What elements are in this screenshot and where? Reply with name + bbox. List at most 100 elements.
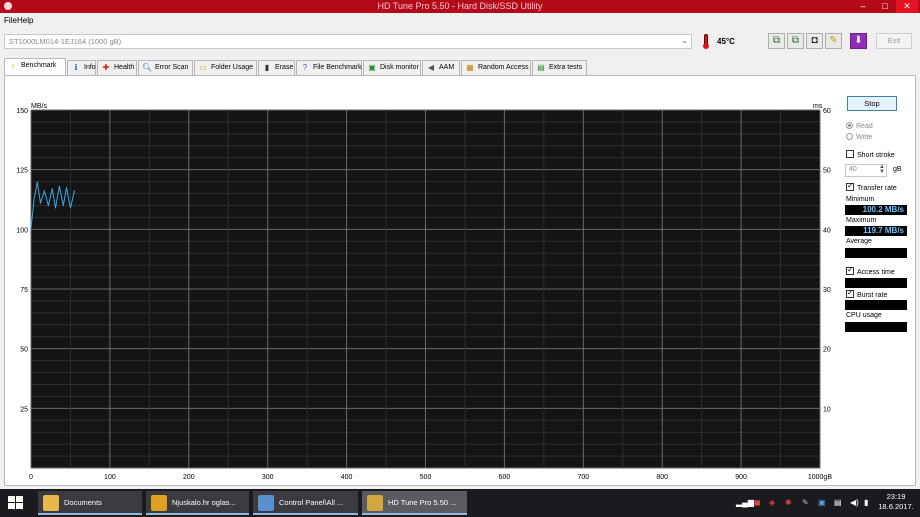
file-explorer-icon — [43, 495, 59, 511]
x-tick-label: 500 — [420, 474, 432, 481]
tab-benchmark[interactable]: ♀ Benchmark — [4, 58, 66, 75]
tab-erase[interactable]: ▮ Erase — [258, 60, 295, 75]
access-time-checkbox[interactable]: Access time — [846, 265, 895, 276]
tab-label: Health — [114, 64, 135, 71]
y2-tick-label: 10 — [823, 406, 831, 413]
data-point — [54, 207, 57, 209]
write-radio[interactable]: Write — [846, 133, 872, 141]
data-point — [73, 190, 75, 192]
stop-button[interactable]: Stop — [847, 96, 897, 111]
x-tick-label: 900 — [735, 474, 747, 481]
drive-select-value: ST1000LM014-1EJ164 (1000 gB) — [9, 37, 122, 46]
health-icon: ✚ — [102, 63, 110, 72]
tray-tool-icon[interactable]: ✎ — [802, 498, 809, 507]
short-stroke-input[interactable]: 40 ▲ ▼ — [845, 164, 887, 177]
menu-file[interactable]: File — [4, 16, 17, 25]
burst-rate-checkbox[interactable]: Burst rate — [846, 288, 888, 299]
tab-extra-tests[interactable]: ▤ Extra tests — [532, 60, 587, 75]
tab-health[interactable]: ✚ Health — [97, 60, 137, 75]
error-scan-icon: 🔍︎ — [142, 63, 153, 72]
tab-label: Error Scan — [155, 64, 189, 71]
tab-label: Info — [84, 64, 96, 71]
y2-tick-label: 60 — [823, 108, 831, 115]
burst-rate-box — [846, 288, 854, 298]
tab-disk-monitor[interactable]: ▣ Disk monitor — [363, 60, 421, 75]
read-label: Read — [856, 123, 873, 130]
taskbar-item[interactable]: Njuskalo.hr oglas... — [146, 491, 249, 515]
save-button[interactable]: ⬇ — [850, 33, 867, 49]
copy-info-button[interactable]: ⧉ — [768, 33, 785, 49]
tab-label: Folder Usage — [211, 64, 254, 71]
chevron-down-icon: ⌄ — [681, 36, 688, 45]
tab-aam[interactable]: ◀ AAM — [422, 60, 460, 75]
taskbar-item[interactable]: HD Tune Pro 5.50 ... — [362, 491, 467, 515]
title-bar: HD Tune Pro 5.50 - Hard Disk/SSD Utility… — [0, 0, 920, 13]
minimize-button[interactable]: – — [852, 0, 874, 13]
options-button[interactable]: ✎ — [825, 33, 842, 49]
copy-results-button[interactable]: ⧉ — [787, 33, 804, 49]
close-button[interactable]: ✕ — [896, 0, 918, 13]
x-tick-label: 0 — [29, 474, 33, 481]
data-point — [58, 185, 61, 187]
tray-app-icon[interactable]: ◼ — [754, 498, 761, 507]
tab-file-benchmark[interactable]: ? File Benchmark — [296, 60, 362, 75]
access-time-label: Access time — [857, 269, 895, 276]
transfer-rate-checkbox[interactable]: Transfer rate — [846, 181, 897, 192]
window-title: HD Tune Pro 5.50 - Hard Disk/SSD Utility — [377, 1, 543, 11]
copy-all-icon: ⧉ — [791, 35, 800, 46]
menu-help[interactable]: Help — [17, 16, 33, 25]
short-stroke-checkbox[interactable]: Short stroke — [846, 150, 895, 159]
data-point — [30, 227, 32, 229]
taskbar-item[interactable]: Control Panel\All ... — [253, 491, 358, 515]
exit-button[interactable]: Exit — [876, 33, 912, 49]
tab-strip: ♀ Benchmark ℹ Info ✚ Health 🔍︎ Error Scan ▭ Folde… — [4, 58, 916, 75]
battery-icon[interactable]: ▮ — [864, 498, 868, 507]
signal-icon[interactable]: ▂▄▆ — [736, 498, 754, 507]
tab-random-access[interactable]: ▦ Random Access — [461, 60, 531, 75]
thermometer-icon — [698, 33, 714, 49]
hdtune-icon — [367, 495, 383, 511]
average-label: Average — [846, 238, 872, 245]
data-point — [39, 202, 42, 204]
y2-tick-label: 20 — [823, 347, 831, 354]
tray-display-icon[interactable]: ▤ — [834, 498, 842, 507]
clock[interactable]: 23:19 18.6.2017. — [876, 492, 916, 512]
x-tick-label: 100 — [104, 474, 116, 481]
tab-error-scan[interactable]: 🔍︎ Error Scan — [138, 60, 193, 75]
y-tick-label: 100 — [16, 227, 28, 234]
camera-icon: ◘ — [811, 35, 818, 46]
average-value — [845, 248, 907, 258]
clock-date: 18.6.2017. — [878, 502, 914, 511]
taskbar-item[interactable]: Documents — [38, 491, 142, 515]
transfer-rate-label: Transfer rate — [857, 185, 897, 192]
volume-icon[interactable]: ◀) — [850, 498, 859, 507]
tray-security-icon[interactable]: ◈ — [769, 498, 775, 507]
control-panel-icon — [258, 495, 274, 511]
options-icon: ✎ — [829, 35, 838, 46]
y-tick-label: 75 — [20, 287, 28, 294]
access-time-box — [846, 265, 854, 275]
x-tick-label: 300 — [262, 474, 274, 481]
windows-start-icon[interactable] — [8, 496, 24, 510]
screenshot-button[interactable]: ◘ — [806, 33, 823, 49]
burst-rate-value — [845, 300, 907, 310]
tray-network-icon[interactable]: ▣ — [818, 498, 826, 507]
burst-rate-label: Burst rate — [857, 292, 888, 299]
disk-monitor-icon: ▣ — [368, 63, 376, 72]
tab-folder-usage[interactable]: ▭ Folder Usage — [194, 60, 257, 75]
data-point — [36, 181, 38, 183]
tab-info[interactable]: ℹ Info — [67, 60, 96, 75]
spinner-arrows-icon[interactable]: ▲ ▼ — [879, 164, 885, 175]
drive-select[interactable]: ST1000LM014-1EJ164 (1000 gB) ⌄ — [4, 34, 692, 49]
chrome-icon — [151, 495, 167, 511]
download-icon: ⬇ — [854, 35, 863, 46]
tray-update-icon[interactable]: ✱ — [785, 498, 792, 507]
x-tick-label: 600 — [499, 474, 511, 481]
x-tick-label: 1000gB — [808, 474, 832, 481]
tab-label: Random Access — [478, 64, 529, 71]
y2-tick-label: 50 — [823, 168, 831, 175]
read-radio[interactable]: Read — [846, 122, 873, 130]
speaker-icon: ◀ — [427, 63, 435, 72]
x-tick-label: 200 — [183, 474, 195, 481]
maximize-button[interactable]: □ — [874, 0, 896, 13]
